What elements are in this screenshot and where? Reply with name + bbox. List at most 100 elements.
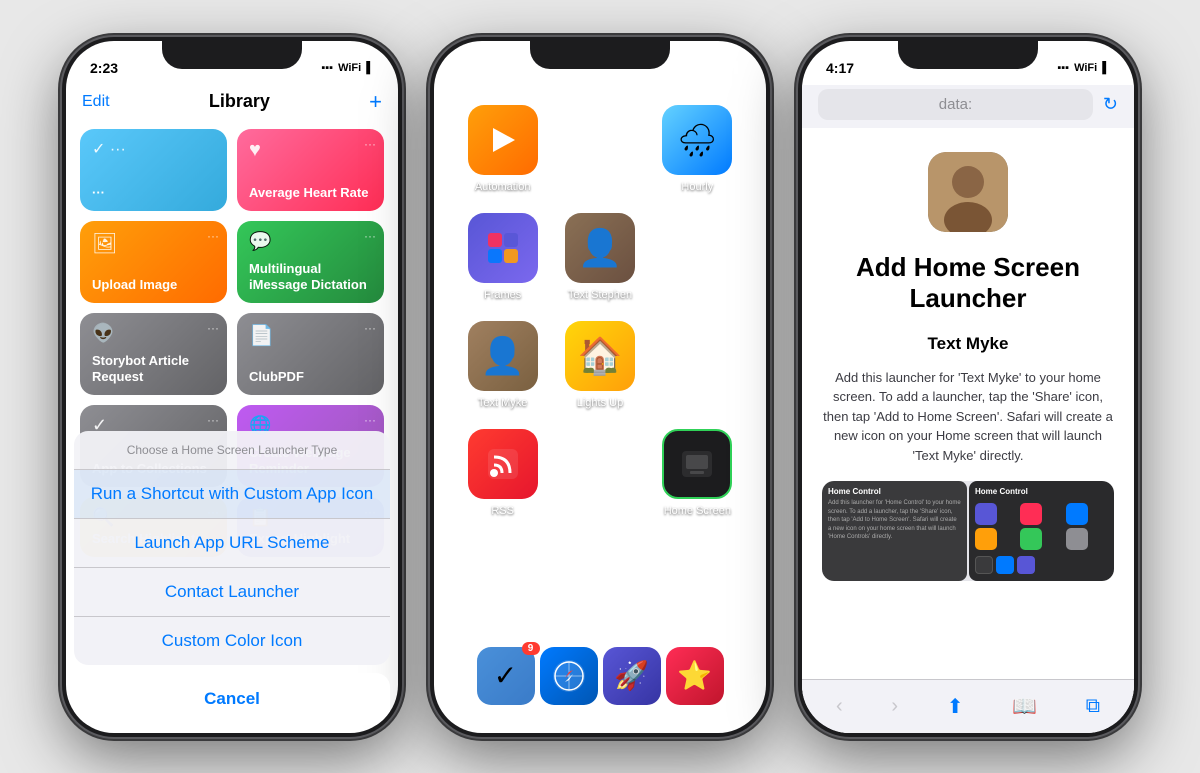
safari-share-button[interactable]: ⬆ (943, 690, 968, 723)
edit-button[interactable]: Edit (82, 93, 110, 111)
goodlinks-icon: ⭐ (677, 659, 712, 692)
preview-panel-title-1: Home Control (828, 487, 961, 496)
action-cancel-button[interactable]: Cancel (74, 673, 390, 725)
card-menu-2: ··· (207, 229, 219, 243)
launcher-title: Add Home Screen Launcher (822, 252, 1114, 314)
card-icon-heart: ♥ (249, 139, 372, 162)
status-time-1: 2:23 (90, 60, 118, 76)
app-label-home-screen: Home Screen (664, 505, 731, 517)
card-label-2: Upload Image (92, 277, 215, 293)
app-item-lights-up[interactable]: 🏠 Lights Up (561, 321, 638, 409)
shortcut-card-1[interactable]: ··· ♥ Average Heart Rate (237, 129, 384, 211)
launcher-subtitle: Text Myke (928, 334, 1009, 354)
preview-app-4 (975, 528, 997, 550)
app-item-automation[interactable]: Automation (464, 105, 541, 193)
preview-panel-1: Home Control Add this launcher for 'Home… (822, 481, 967, 581)
app-item-hourly[interactable]: 🌧 Hourly (659, 105, 736, 193)
safari-url-bar[interactable]: data: (818, 89, 1093, 120)
safari-forward-button[interactable]: › (887, 691, 902, 722)
card-label-3: Multilingual iMessage Dictation (249, 261, 372, 292)
dock-safari[interactable] (540, 647, 598, 705)
action-sheet-options: Run a Shortcut with Custom App Icon Laun… (74, 470, 390, 665)
phone-safari: 4:17 ▪▪▪ WiFi ▌ data: ↻ (798, 37, 1138, 737)
launcher-description: Add this launcher for 'Text Myke' to you… (822, 368, 1114, 466)
signal-icon: ▪▪▪ (321, 62, 333, 74)
shortcut-card-4[interactable]: ··· 👽 Storybot Article Request (80, 313, 227, 395)
add-button[interactable]: + (369, 89, 382, 115)
card-menu-6: ··· (207, 413, 219, 427)
action-sheet-title: Choose a Home Screen Launcher Type (74, 431, 390, 470)
preview-app-6 (1066, 528, 1088, 550)
card-icon-robot: 👽 (92, 323, 215, 344)
app-item-empty-3 (659, 321, 736, 409)
app-label-hourly: Hourly (681, 181, 713, 193)
battery-icon-3: ▌ (1102, 62, 1110, 74)
house-emoji: 🏠 (578, 335, 623, 377)
app-icon-hourly: 🌧 (662, 105, 732, 175)
rocket-icon: 🚀 (614, 659, 649, 692)
dock-things[interactable]: ✓ 9 (477, 647, 535, 705)
phone-home: 4:17 ▪▪▪ WiFi ▌ Automation (430, 37, 770, 737)
safari-dock-svg (551, 658, 587, 694)
app-item-text-myke[interactable]: 👤 Text Myke (464, 321, 541, 409)
card-icon-msg: 💬 (249, 231, 372, 252)
library-title: Library (209, 91, 270, 112)
app-item-text-stephen[interactable]: 👤 Text Stephen (561, 213, 638, 301)
shortcut-card-2[interactable]: ··· 🖼 Upload Image (80, 221, 227, 303)
frames-svg (482, 227, 524, 269)
action-option-0[interactable]: Run a Shortcut with Custom App Icon (74, 470, 390, 519)
home-screen-svg (676, 443, 718, 485)
safari-back-button[interactable]: ‹ (832, 691, 847, 722)
app-icon-rss (468, 429, 538, 499)
action-option-2[interactable]: Contact Launcher (74, 568, 390, 617)
app-item-home-screen[interactable]: Home Screen (659, 429, 736, 517)
app-label-automation: Automation (475, 181, 531, 193)
card-icon-0: ✓ ··· (92, 139, 215, 159)
card-label-1: Average Heart Rate (249, 185, 372, 201)
status-time-2: 4:17 (458, 60, 486, 76)
card-label-0: ··· (92, 185, 215, 201)
phone3-inner: 4:17 ▪▪▪ WiFi ▌ data: ↻ (802, 41, 1134, 733)
launcher-avatar (928, 152, 1008, 232)
battery-icon: ▌ (366, 62, 374, 74)
preview-dock-1 (975, 556, 993, 574)
app-item-frames[interactable]: Frames (464, 213, 541, 301)
shortcut-card-5[interactable]: ··· 📄 ClubPDF (237, 313, 384, 395)
safari-reload-button[interactable]: ↻ (1103, 94, 1118, 115)
preview-app-2 (1020, 503, 1042, 525)
preview-panel-text-1: Add this launcher for 'Home Control' to … (828, 499, 961, 541)
automation-svg (483, 120, 523, 160)
safari-bookmarks-button[interactable]: 📖 (1008, 690, 1041, 723)
dock-rocket[interactable]: 🚀 (603, 647, 661, 705)
shortcut-card-3[interactable]: ··· 💬 Multilingual iMessage Dictation (237, 221, 384, 303)
app-label-text-myke: Text Myke (478, 397, 528, 409)
app-label-rss: RSS (491, 505, 514, 517)
safari-bar: data: ↻ (802, 85, 1134, 128)
dock-goodlinks[interactable]: ⭐ (666, 647, 724, 705)
preview-dock-3 (1017, 556, 1035, 574)
app-icon-text-stephen: 👤 (565, 213, 635, 283)
myke-avatar: 👤 (468, 321, 538, 391)
card-menu-7: ··· (364, 413, 376, 427)
action-option-1[interactable]: Launch App URL Scheme (74, 519, 390, 568)
card-label-5: ClubPDF (249, 369, 372, 385)
app-item-empty-2 (659, 213, 736, 301)
card-icon-pdf: 📄 (249, 323, 372, 348)
preview-panel-title-2: Home Control (975, 487, 1108, 496)
shortcuts-header: Edit Library + (66, 85, 398, 123)
action-option-3[interactable]: Custom Color Icon (74, 617, 390, 665)
safari-tabs-button[interactable]: ⧉ (1082, 691, 1104, 722)
avatar-svg (928, 152, 1008, 232)
status-icons-2: ▪▪▪ WiFi ▌ (689, 62, 742, 74)
notch-3 (898, 41, 1038, 69)
things-badge: 9 (522, 642, 540, 655)
stephen-avatar: 👤 (565, 213, 635, 283)
app-item-rss[interactable]: RSS (464, 429, 541, 517)
app-label-text-stephen: Text Stephen (568, 289, 632, 301)
card-menu-5: ··· (364, 321, 376, 335)
signal-icon-3: ▪▪▪ (1057, 62, 1069, 74)
app-icon-automation (468, 105, 538, 175)
app-label-lights-up: Lights Up (577, 397, 623, 409)
safari-toolbar: ‹ › ⬆ 📖 ⧉ (802, 679, 1134, 733)
shortcut-card-0[interactable]: ✓ ··· ··· (80, 129, 227, 211)
